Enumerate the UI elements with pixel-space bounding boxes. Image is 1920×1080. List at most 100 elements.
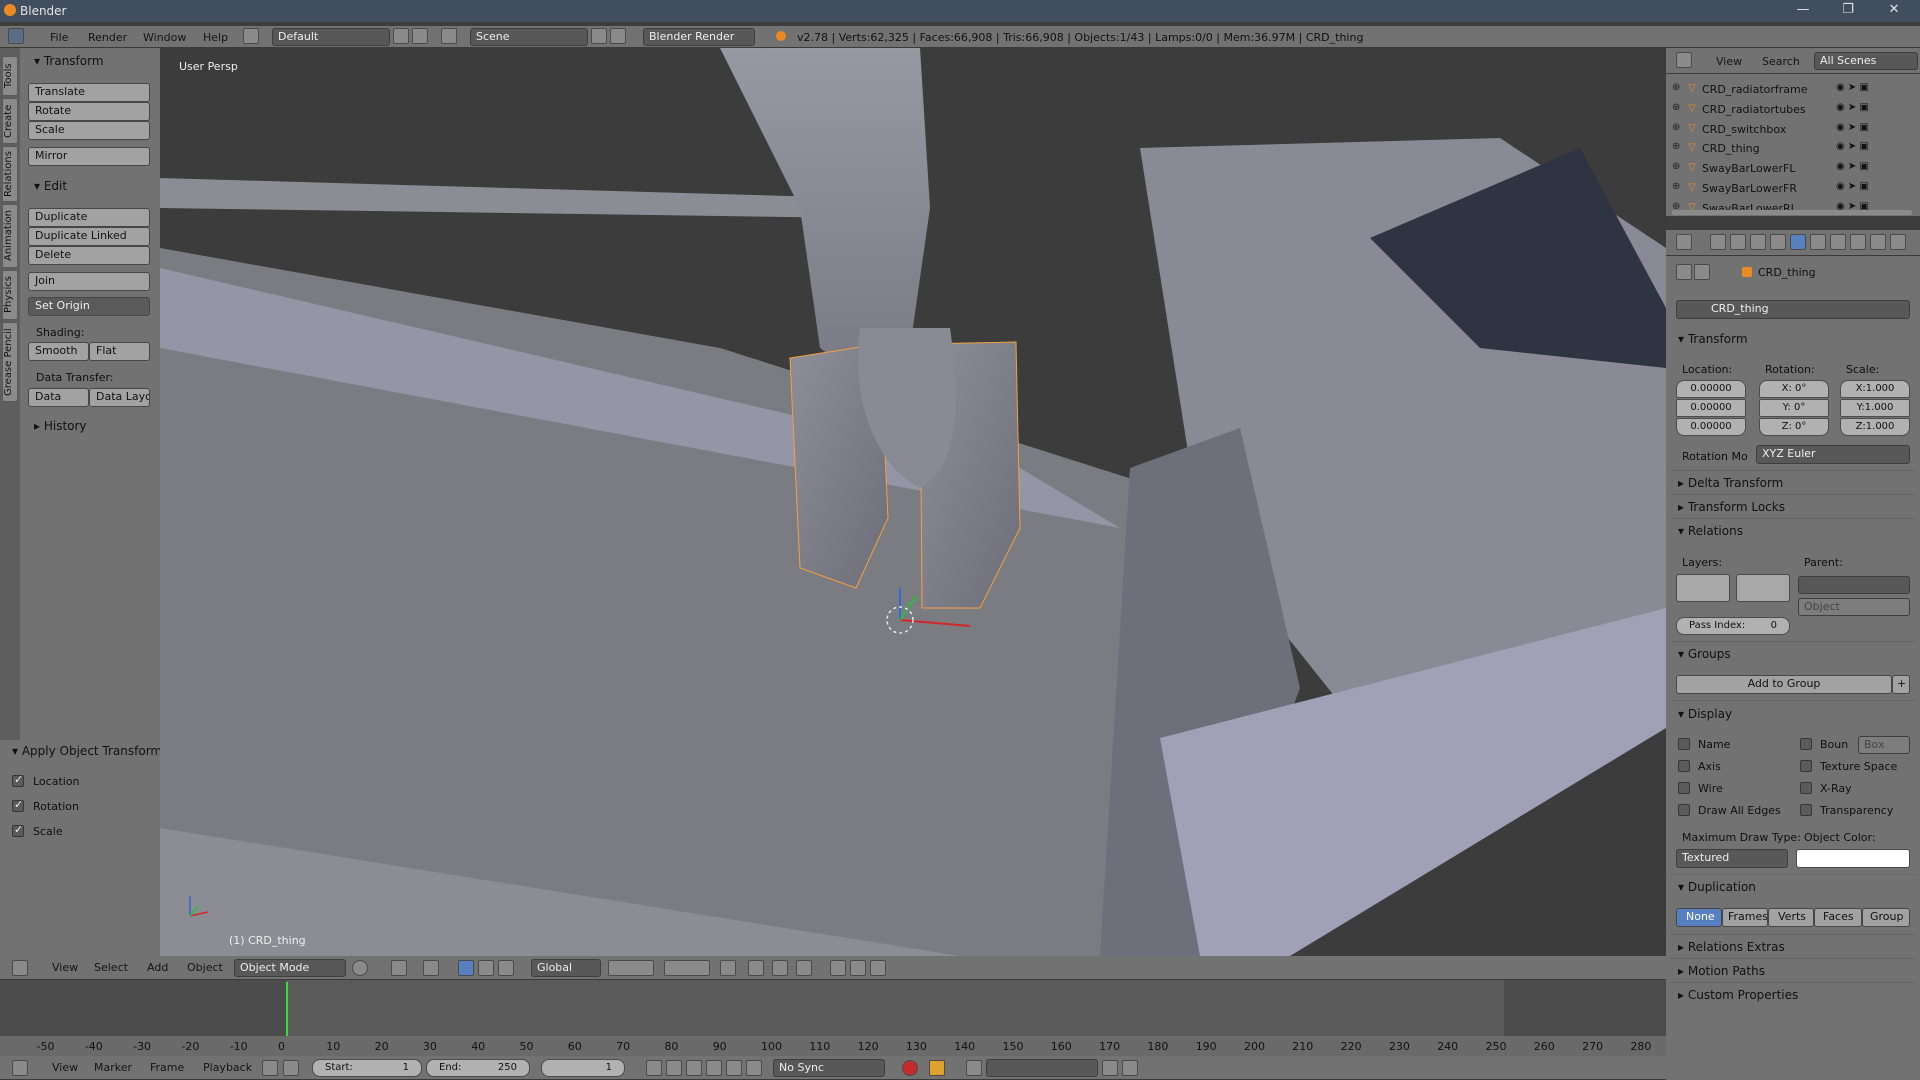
- outliner-menu-search[interactable]: Search: [1762, 55, 1800, 68]
- smooth-button[interactable]: Smooth: [28, 342, 89, 361]
- screen-selector[interactable]: Default: [272, 28, 390, 46]
- timeline-menu-playback[interactable]: Playback: [203, 1061, 252, 1074]
- current-frame-field[interactable]: 1: [541, 1059, 625, 1077]
- data-layout-button[interactable]: Data Layo: [89, 388, 150, 407]
- play-reverse-icon[interactable]: [686, 1060, 702, 1076]
- rotation-mode-select[interactable]: XYZ Euler: [1756, 445, 1910, 464]
- jump-start-icon[interactable]: [646, 1060, 662, 1076]
- relations-extras-header[interactable]: ▸ Relations Extras: [1678, 940, 1785, 954]
- rotation-z-field[interactable]: Z: 0°: [1759, 418, 1829, 436]
- tab-create[interactable]: Create: [2, 98, 18, 144]
- jump-end-icon[interactable]: [746, 1060, 762, 1076]
- object-name-field[interactable]: CRD_thing: [1676, 300, 1910, 319]
- play-icon[interactable]: [706, 1060, 722, 1076]
- expand-icon[interactable]: ⊕: [1672, 141, 1680, 152]
- pin-icon[interactable]: [1676, 264, 1692, 280]
- layers-grid-2-icon[interactable]: [664, 960, 710, 976]
- tab-grease-pencil[interactable]: Grease Pencil: [2, 322, 18, 402]
- location-checkbox[interactable]: [12, 773, 24, 787]
- duplication-none-button[interactable]: None: [1676, 908, 1722, 927]
- outliner-item[interactable]: ⊕ ▽ CRD_radiatorframe ◉ ➤ ▣: [1666, 80, 1916, 99]
- data-transfer-button[interactable]: Data: [28, 388, 89, 407]
- insert-keyframe-icon[interactable]: [1102, 1060, 1118, 1076]
- start-frame-field[interactable]: Start: 1: [312, 1059, 422, 1077]
- object-tab-icon[interactable]: [1790, 234, 1806, 250]
- pivot-icon[interactable]: [391, 960, 407, 976]
- minimize-button[interactable]: —: [1793, 2, 1813, 17]
- visibility-icon[interactable]: ◉ ➤ ▣: [1836, 181, 1869, 192]
- texture-tab-icon[interactable]: [1890, 234, 1906, 250]
- menu-object[interactable]: Object: [187, 961, 223, 974]
- transform-locks-header[interactable]: ▸ Transform Locks: [1678, 500, 1785, 514]
- mirror-button[interactable]: Mirror: [28, 147, 150, 166]
- edit-panel-header[interactable]: ▾ Edit: [34, 179, 67, 193]
- visibility-icon[interactable]: ◉ ➤ ▣: [1836, 82, 1869, 93]
- render-engine-select[interactable]: Blender Render: [643, 28, 755, 46]
- render-preview-icon[interactable]: [830, 960, 846, 976]
- scale-z-field[interactable]: Z:1.000: [1840, 418, 1910, 436]
- rotation-x-field[interactable]: X: 0°: [1759, 380, 1829, 398]
- remove-screen-icon[interactable]: [412, 28, 428, 44]
- info-editor-icon[interactable]: [8, 28, 24, 44]
- display-all-edges-checkbox[interactable]: [1678, 804, 1690, 816]
- object-color-swatch[interactable]: [1796, 849, 1910, 868]
- outliner-item[interactable]: ⊕ ▽ CRD_switchbox ◉ ➤ ▣: [1666, 120, 1916, 139]
- flat-button[interactable]: Flat: [89, 342, 150, 361]
- current-frame-line[interactable]: [286, 982, 288, 1036]
- scene-link-icon[interactable]: [1694, 264, 1710, 280]
- scale-x-field[interactable]: X:1.000: [1840, 380, 1910, 398]
- orientation-select[interactable]: Global: [531, 959, 601, 977]
- outliner-filter-select[interactable]: All Scenes: [1814, 52, 1918, 70]
- layers-grid-a[interactable]: [1676, 574, 1730, 602]
- tab-tools[interactable]: Tools: [2, 56, 18, 96]
- data-tab-icon[interactable]: [1850, 234, 1866, 250]
- duplicate-linked-button[interactable]: Duplicate Linked: [28, 227, 150, 246]
- tab-relations[interactable]: Relations: [2, 146, 18, 202]
- expand-icon[interactable]: ⊕: [1672, 122, 1680, 133]
- menu-file[interactable]: File: [50, 31, 68, 44]
- preview-range-icon[interactable]: [262, 1060, 278, 1076]
- delta-transform-header[interactable]: ▸ Delta Transform: [1678, 476, 1783, 490]
- scene-icon[interactable]: [441, 28, 457, 44]
- world-tab-icon[interactable]: [1770, 234, 1786, 250]
- scale-checkbox[interactable]: [12, 823, 24, 837]
- timeline[interactable]: -50 -40 -30 -20 -10 0 10 20 30 40 50 60 70 80 90 100 110…: [0, 980, 1666, 1056]
- duplication-frames-button[interactable]: Frames: [1722, 908, 1768, 927]
- outliner-list[interactable]: ⊕ ▽ CRD_radiatorframe ◉ ➤ ▣ ⊕ ▽ CRD_radiatortu…: [1666, 74, 1920, 216]
- tab-animation[interactable]: Animation: [2, 204, 18, 268]
- join-button[interactable]: Join: [28, 272, 150, 291]
- visibility-icon[interactable]: ◉ ➤ ▣: [1836, 141, 1869, 152]
- expand-icon[interactable]: ⊕: [1672, 181, 1680, 192]
- remove-scene-icon[interactable]: [610, 28, 626, 44]
- display-axis-checkbox[interactable]: [1678, 760, 1690, 772]
- custom-properties-header[interactable]: ▸ Custom Properties: [1678, 988, 1798, 1002]
- lock-range-icon[interactable]: [283, 1060, 299, 1076]
- mode-select[interactable]: Object Mode: [234, 959, 346, 977]
- visibility-icon[interactable]: ◉ ➤ ▣: [1836, 102, 1869, 113]
- layers-grid-b[interactable]: [1736, 574, 1790, 602]
- display-bounds-checkbox[interactable]: [1800, 738, 1812, 750]
- bounds-type-select[interactable]: Box: [1858, 736, 1910, 754]
- relations-header[interactable]: ▾ Relations: [1678, 524, 1743, 538]
- outliner-item[interactable]: ⊕ ▽ CRD_thing ◉ ➤ ▣: [1666, 139, 1916, 158]
- menu-view[interactable]: View: [52, 961, 78, 974]
- duplication-verts-button[interactable]: Verts: [1768, 908, 1814, 927]
- layer-lock-icon[interactable]: [720, 960, 736, 976]
- end-frame-field[interactable]: End: 250: [426, 1059, 530, 1077]
- transform-panel-header[interactable]: ▾ Transform: [34, 54, 104, 68]
- outliner-scrollbar[interactable]: [1672, 210, 1912, 215]
- expand-icon[interactable]: ⊕: [1672, 161, 1680, 172]
- display-texture-space-checkbox[interactable]: [1800, 760, 1812, 772]
- tab-physics[interactable]: Physics: [2, 270, 18, 320]
- display-transparency-checkbox[interactable]: [1800, 804, 1812, 816]
- props-transform-header[interactable]: ▾ Transform: [1678, 332, 1748, 346]
- opengl-render-icon[interactable]: [850, 960, 866, 976]
- render-layers-tab-icon[interactable]: [1730, 234, 1746, 250]
- close-button[interactable]: ✕: [1884, 2, 1904, 17]
- outliner-item[interactable]: ⊕ ▽ CRD_radiatortubes ◉ ➤ ▣: [1666, 100, 1916, 119]
- timeline-menu-view[interactable]: View: [52, 1061, 78, 1074]
- motion-paths-header[interactable]: ▸ Motion Paths: [1678, 964, 1765, 978]
- location-x-field[interactable]: 0.00000: [1676, 380, 1746, 398]
- add-scene-icon[interactable]: [591, 28, 607, 44]
- scene-selector[interactable]: Scene: [470, 28, 588, 46]
